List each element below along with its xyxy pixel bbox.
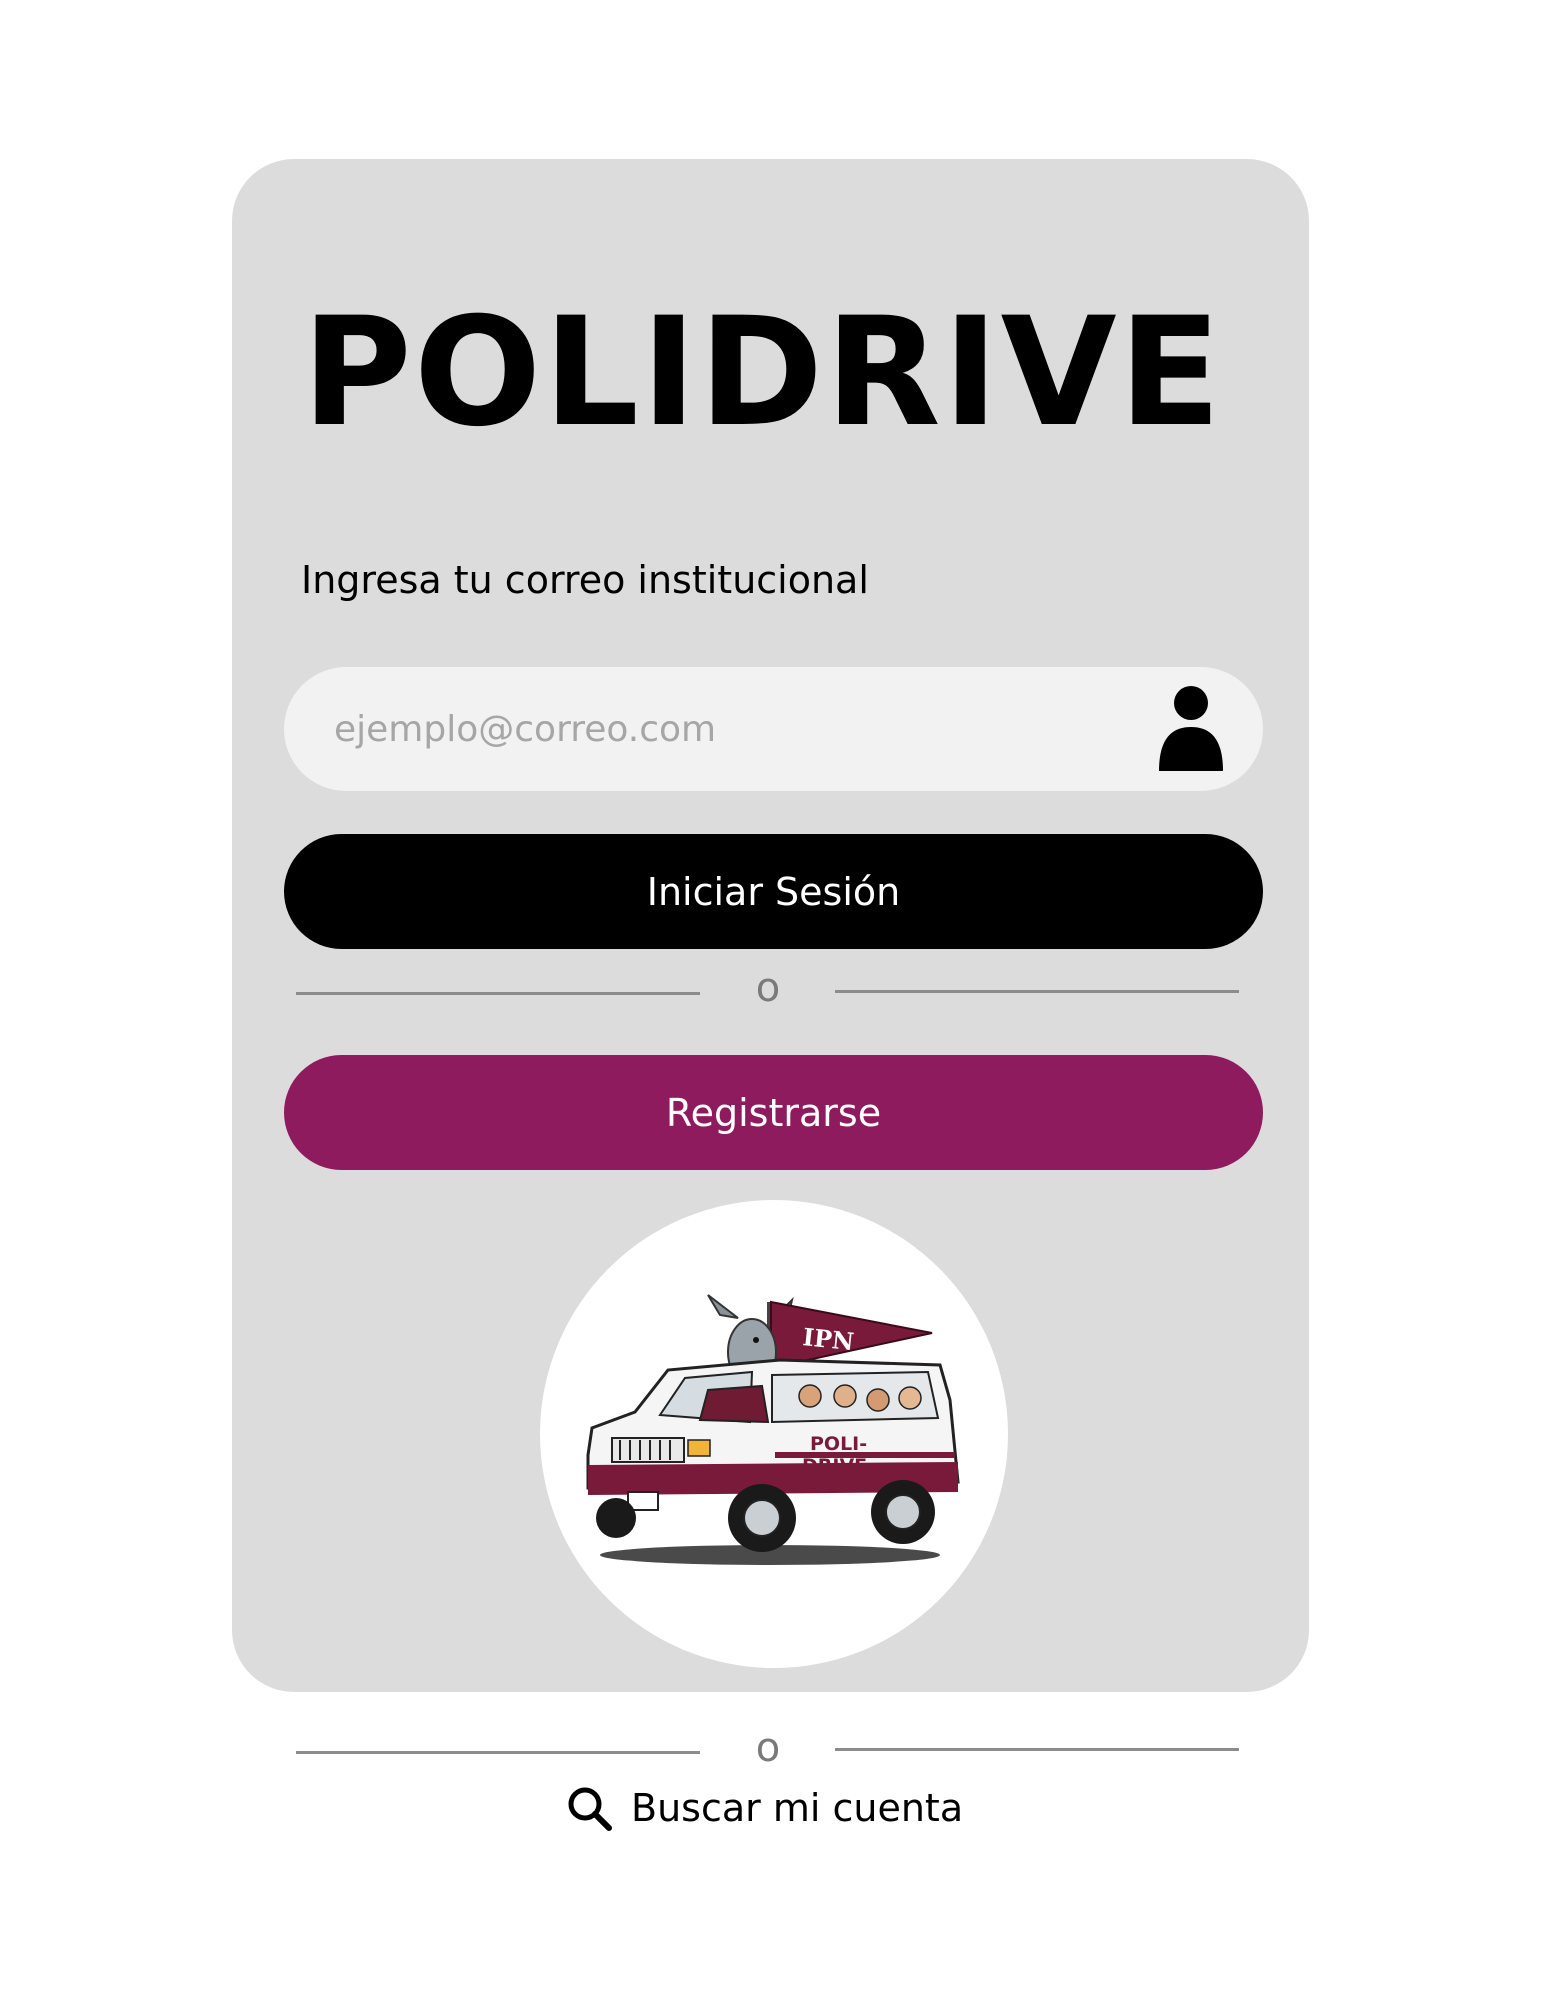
email-label: Ingresa tu correo institucional	[301, 558, 869, 602]
search-account-label: Buscar mi cuenta	[631, 1786, 964, 1830]
flag-text: IPN	[801, 1322, 855, 1356]
polidrive-logo: IPN POLI- DRIVE	[540, 1200, 1008, 1668]
divider-text: o	[755, 965, 781, 1011]
divider-left-line	[296, 992, 700, 995]
login-button[interactable]: Iniciar Sesión	[284, 834, 1263, 949]
footer-divider-left-line	[296, 1751, 700, 1754]
email-field-container[interactable]	[284, 667, 1263, 791]
vehicle-text-line2: DRIVE	[802, 1455, 867, 1477]
footer-divider-right-line	[835, 1748, 1239, 1751]
divider-right-line	[835, 990, 1239, 993]
email-input[interactable]	[332, 707, 1157, 751]
user-icon	[1159, 686, 1223, 771]
register-button[interactable]: Registrarse	[284, 1055, 1263, 1170]
search-icon	[568, 1787, 612, 1831]
search-account-link[interactable]: Buscar mi cuenta	[565, 1784, 963, 1832]
app-title: POLIDRIVE	[301, 286, 1224, 460]
logo-illustration: IPN POLI- DRIVE	[586, 1294, 960, 1565]
footer-divider-text: o	[755, 1725, 781, 1771]
vehicle-text-line1: POLI-	[810, 1433, 867, 1455]
